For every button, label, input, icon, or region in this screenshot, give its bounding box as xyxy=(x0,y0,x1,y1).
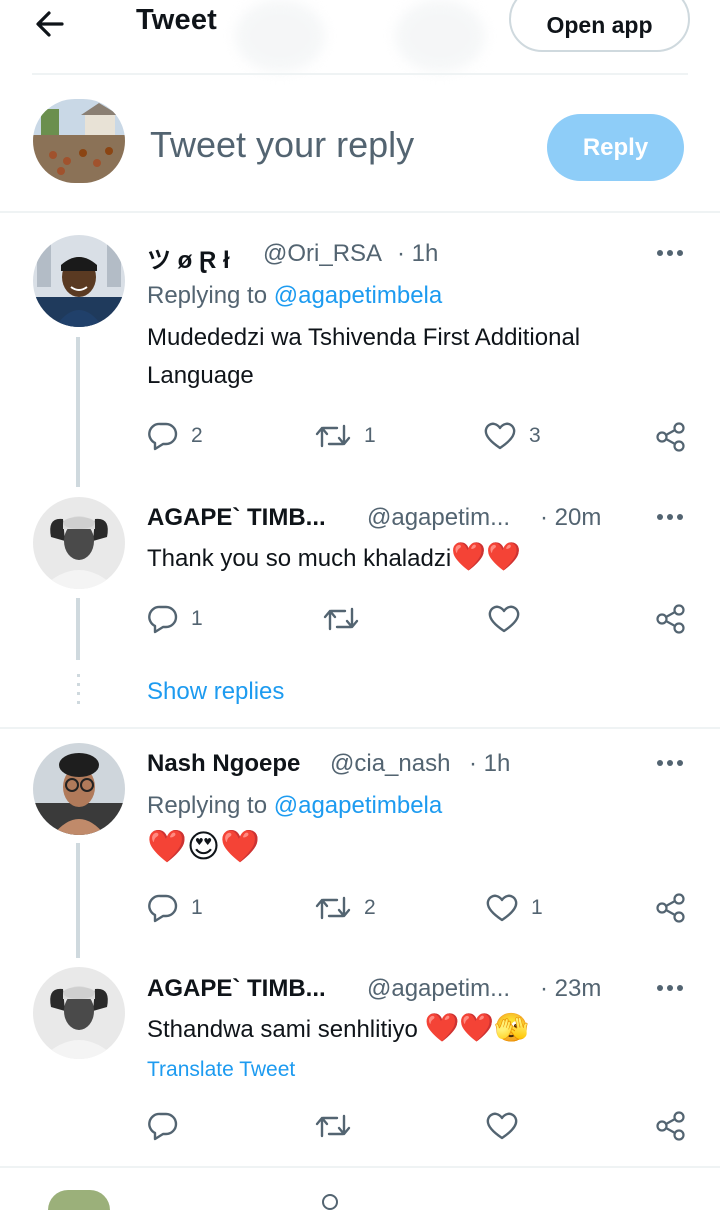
like-count: 1 xyxy=(531,896,543,919)
timestamp: · 20m xyxy=(540,504,602,531)
replying-to: Replying to @agapetimbela xyxy=(147,792,443,819)
reply-icon xyxy=(147,604,179,634)
reply-input[interactable]: Tweet your reply xyxy=(150,124,414,166)
reply-count: 2 xyxy=(191,424,203,447)
display-name: AGAPE` TIMB... xyxy=(147,504,326,531)
timestamp: · 1h xyxy=(469,750,511,777)
reply-icon xyxy=(147,421,179,451)
reply-action[interactable]: 1 xyxy=(147,604,203,634)
thread-dots xyxy=(77,674,80,710)
mention-link[interactable]: @agapetimbela xyxy=(274,792,442,819)
avatar[interactable] xyxy=(33,497,125,589)
more-icon[interactable] xyxy=(652,243,692,263)
tweet-text: Mudededzi wa Tshivenda First Additional … xyxy=(147,324,581,389)
avatar[interactable] xyxy=(33,967,125,1059)
reply-count: 1 xyxy=(191,896,203,919)
more-icon[interactable] xyxy=(652,978,692,998)
back-arrow-icon[interactable] xyxy=(32,6,68,42)
open-app-button[interactable]: Open app xyxy=(509,0,690,52)
tweet-emoji: ❤️😍❤️ xyxy=(147,828,261,864)
show-replies-link[interactable]: Show replies xyxy=(147,678,284,706)
tweet-text: Thank you so much khaladzi❤️❤️ xyxy=(147,541,521,573)
like-count: 3 xyxy=(529,424,541,447)
retweet-count: 2 xyxy=(364,896,376,919)
retweet-action[interactable] xyxy=(322,604,372,634)
share-icon[interactable] xyxy=(655,603,687,640)
retweet-action[interactable] xyxy=(314,1111,364,1141)
like-icon xyxy=(485,893,519,923)
share-icon[interactable] xyxy=(655,892,687,929)
more-icon[interactable] xyxy=(652,507,692,527)
tweet[interactable]: AGAPE` TIMB... @agapetim... · 20m Thank … xyxy=(0,487,720,677)
mention-link[interactable]: @agapetimbela xyxy=(274,282,442,309)
reply-icon xyxy=(147,893,179,923)
thread-line xyxy=(76,598,80,660)
like-action[interactable]: 3 xyxy=(483,421,541,451)
display-name: AGAPE` TIMB... xyxy=(147,975,326,1002)
like-icon xyxy=(487,604,521,634)
retweet-icon xyxy=(314,893,352,923)
like-icon xyxy=(483,421,517,451)
tweet[interactable]: ツ ø Ɽ ł @Ori_RSA · 1h Replying to @agape… xyxy=(0,213,720,473)
display-name: ツ ø Ɽ ł xyxy=(147,247,230,274)
user-handle: @agapetim... xyxy=(367,504,511,531)
more-icon[interactable] xyxy=(652,753,692,773)
tweet-text: Sthandwa sami senhlitiyo ❤️❤️🫣 xyxy=(147,1012,530,1044)
timestamp: · 1h xyxy=(397,240,439,267)
retweet-icon xyxy=(314,1111,352,1141)
like-action[interactable] xyxy=(487,604,533,634)
reply-icon xyxy=(147,1111,179,1141)
tweet[interactable]: Nash Ngoepe @cia_nash · 1h Replying to @… xyxy=(0,729,720,959)
thread-line xyxy=(76,843,80,958)
thread-line xyxy=(76,337,80,487)
retweet-action[interactable]: 1 xyxy=(314,421,376,451)
display-name: Nash Ngoepe xyxy=(147,750,301,777)
retweet-count: 1 xyxy=(364,424,376,447)
tweet-emoji: ❤️❤️🫣 xyxy=(424,1012,530,1043)
avatar[interactable] xyxy=(33,235,125,327)
user-handle: @agapetim... xyxy=(367,975,511,1002)
replying-to: Replying to @agapetimbela xyxy=(147,282,443,309)
header-divider xyxy=(32,73,688,75)
partial-icon xyxy=(322,1194,338,1210)
retweet-action[interactable]: 2 xyxy=(314,893,376,923)
tweet[interactable]: AGAPE` TIMB... @agapetim... · 23m Sthand… xyxy=(0,958,720,1166)
user-handle: @Ori_RSA xyxy=(263,240,383,267)
timestamp: · 23m xyxy=(540,975,602,1002)
retweet-icon xyxy=(322,604,360,634)
page-title: Tweet xyxy=(136,4,218,36)
avatar[interactable] xyxy=(33,99,125,183)
share-icon[interactable] xyxy=(655,1110,687,1147)
retweet-icon xyxy=(314,421,352,451)
share-icon[interactable] xyxy=(655,421,687,458)
like-icon xyxy=(485,1111,519,1141)
avatar[interactable] xyxy=(33,743,125,835)
reply-button[interactable]: Reply xyxy=(547,114,684,181)
header-background-blur xyxy=(395,0,485,72)
like-action[interactable]: 1 xyxy=(485,893,543,923)
reply-action[interactable]: 2 xyxy=(147,421,203,451)
reply-count: 1 xyxy=(191,607,203,630)
avatar[interactable] xyxy=(48,1190,110,1210)
header-background-blur xyxy=(235,0,325,72)
like-action[interactable] xyxy=(485,1111,531,1141)
translate-tweet-link[interactable]: Translate Tweet xyxy=(147,1058,295,1082)
divider xyxy=(0,1166,720,1168)
reply-action[interactable] xyxy=(147,1111,191,1141)
heart-emoji: ❤️❤️ xyxy=(451,541,521,572)
user-handle: @cia_nash xyxy=(330,750,451,777)
reply-action[interactable]: 1 xyxy=(147,893,203,923)
